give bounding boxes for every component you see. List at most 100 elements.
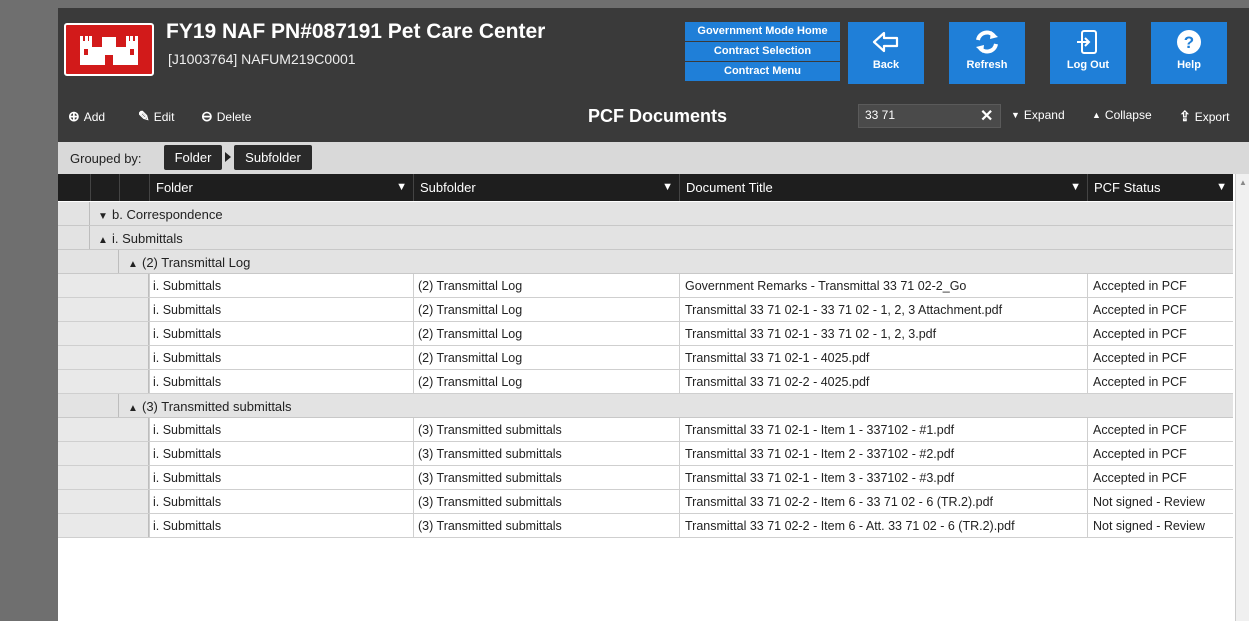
page-title: PCF Documents	[588, 106, 728, 126]
cell-divider	[679, 490, 680, 513]
subgroup-row-transmitted-submittals[interactable]: ▲ (3) Transmitted submittals	[58, 394, 1233, 418]
app-window: FY19 NAF PN#087191 Pet Care Center [J100…	[58, 8, 1249, 621]
folder-cell: i. Submittals	[153, 447, 222, 461]
export-button[interactable]: ⇪ Export	[1179, 108, 1229, 125]
folder-cell: i. Submittals	[153, 471, 222, 485]
edit-button[interactable]: ✎ Edit	[138, 108, 174, 125]
table-row[interactable]: i. Submittals (2) Transmittal Log Transmit…	[58, 322, 1233, 346]
subgroup-row-transmittal-log[interactable]: ▲ (2) Transmittal Log	[58, 250, 1233, 274]
cell-divider	[149, 490, 150, 513]
table-row[interactable]: i. Submittals (3) Transmitted submittals T…	[58, 418, 1233, 442]
cell-divider	[413, 514, 414, 537]
document-title-cell: Transmittal 33 71 02-1 - Item 3 - 337102…	[685, 471, 955, 485]
cell-divider	[149, 514, 150, 537]
cell-divider	[1087, 466, 1088, 489]
document-title-cell: Transmittal 33 71 02-1 - 4025.pdf	[685, 351, 870, 365]
cell-divider	[679, 346, 680, 369]
contract-selection-link[interactable]: Contract Selection	[685, 42, 840, 61]
group-chip-subfolder[interactable]: Subfolder	[234, 145, 312, 170]
svg-text:?: ?	[1184, 33, 1194, 52]
subgroup-label: (2) Transmittal Log	[142, 255, 251, 270]
chevron-down-icon[interactable]: ▼	[98, 211, 112, 222]
subfolder-cell: (3) Transmitted submittals	[418, 423, 562, 437]
cell-divider	[413, 466, 414, 489]
cell-divider	[679, 514, 680, 537]
add-button[interactable]: ⊕ Add	[68, 108, 105, 125]
pcf-status-cell: Not signed - Review	[1093, 519, 1205, 533]
cell-divider	[679, 274, 680, 297]
collapse-button[interactable]: ▲ Collapse	[1092, 108, 1152, 122]
table-row[interactable]: i. Submittals (2) Transmittal Log Transmit…	[58, 346, 1233, 370]
table-row[interactable]: i. Submittals (3) Transmitted submittals T…	[58, 514, 1233, 538]
filter-icon[interactable]: ▼	[396, 174, 407, 201]
refresh-label: Refresh	[966, 59, 1008, 71]
chevron-up-icon[interactable]: ▲	[128, 403, 142, 414]
table-row[interactable]: i. Submittals (2) Transmittal Log Governme…	[58, 274, 1233, 298]
document-title-header-label: Document Title	[686, 180, 773, 195]
logout-button[interactable]: Log Out	[1050, 22, 1126, 84]
toolbar: ⊕Add ✎Edit ⊖Delete PCF Documents ✕ ▼Expa…	[58, 92, 1249, 142]
grouped-by-label: Grouped by:	[70, 151, 142, 166]
vertical-scrollbar[interactable]: ▲	[1235, 174, 1249, 621]
collapse-label: Collapse	[1104, 108, 1152, 122]
row-indicator	[58, 442, 149, 465]
cell-divider	[149, 442, 150, 465]
castle-logo	[64, 23, 154, 76]
scroll-up-icon[interactable]: ▲	[1239, 178, 1247, 187]
subfolder-header-label: Subfolder	[420, 180, 476, 195]
document-title-cell: Transmittal 33 71 02-1 - Item 1 - 337102…	[685, 423, 955, 437]
filter-icon[interactable]: ▼	[1070, 174, 1081, 201]
column-header-folder[interactable]: Folder ▼	[149, 174, 413, 201]
help-button[interactable]: ? Help	[1151, 22, 1227, 84]
delete-button[interactable]: ⊖ Delete	[201, 108, 251, 125]
pcf-status-cell: Accepted in PCF	[1093, 327, 1187, 341]
subfolder-cell: (3) Transmitted submittals	[418, 471, 562, 485]
pcf-status-cell: Accepted in PCF	[1093, 423, 1187, 437]
back-button[interactable]: Back	[848, 22, 924, 84]
pcf-status-cell: Accepted in PCF	[1093, 303, 1187, 317]
refresh-button[interactable]: Refresh	[949, 22, 1025, 84]
folder-cell: i. Submittals	[153, 519, 222, 533]
logout-icon	[1077, 30, 1097, 54]
row-indicator	[58, 514, 149, 537]
document-title-cell: Transmittal 33 71 02-2 - Item 6 - Att. 3…	[685, 519, 1015, 533]
cell-divider	[149, 418, 150, 441]
row-indicator	[58, 298, 149, 321]
column-header-subfolder[interactable]: Subfolder ▼	[413, 174, 679, 201]
edit-icon: ✎	[138, 108, 150, 124]
table-row[interactable]: i. Submittals (2) Transmittal Log Transmit…	[58, 298, 1233, 322]
table-row[interactable]: i. Submittals (3) Transmitted submittals T…	[58, 442, 1233, 466]
cell-divider	[149, 346, 150, 369]
help-icon: ?	[1177, 30, 1201, 54]
row-indicator	[58, 490, 149, 513]
row-indicator	[58, 274, 149, 297]
group-chip-folder[interactable]: Folder	[164, 145, 222, 170]
expand-button[interactable]: ▼ Expand	[1011, 108, 1065, 122]
edit-label: Edit	[153, 109, 175, 124]
clear-search-icon[interactable]: ✕	[980, 106, 993, 126]
filter-icon[interactable]: ▼	[1216, 174, 1227, 201]
group-row-submittals[interactable]: ▲ i. Submittals	[58, 226, 1233, 250]
app-header: FY19 NAF PN#087191 Pet Care Center [J100…	[58, 8, 1249, 92]
delete-label: Delete	[216, 109, 252, 124]
contract-menu-link[interactable]: Contract Menu	[685, 62, 840, 81]
chevron-up-icon[interactable]: ▲	[128, 259, 142, 270]
folder-cell: i. Submittals	[153, 495, 222, 509]
column-header-document-title[interactable]: Document Title ▼	[679, 174, 1087, 201]
document-title-cell: Transmittal 33 71 02-1 - 33 71 02 - 1, 2…	[685, 327, 937, 341]
expand-label: Expand	[1023, 108, 1065, 122]
search-input[interactable]	[859, 105, 971, 125]
pcf-status-cell: Accepted in PCF	[1093, 471, 1187, 485]
filter-icon[interactable]: ▼	[662, 174, 673, 201]
row-indicator	[58, 466, 149, 489]
table-row[interactable]: i. Submittals (3) Transmitted submittals T…	[58, 466, 1233, 490]
group-row-correspondence[interactable]: ▼ b. Correspondence	[58, 202, 1233, 226]
document-title-cell: Transmittal 33 71 02-1 - Item 2 - 337102…	[685, 447, 955, 461]
table-row[interactable]: i. Submittals (3) Transmitted submittals T…	[58, 490, 1233, 514]
column-header-pcf-status[interactable]: PCF Status ▼	[1087, 174, 1233, 201]
government-mode-home-link[interactable]: Government Mode Home	[685, 22, 840, 41]
chevron-up-icon[interactable]: ▲	[98, 235, 112, 246]
indent-header	[58, 174, 90, 201]
table-row[interactable]: i. Submittals (2) Transmittal Log Transmit…	[58, 370, 1233, 394]
row-indicator	[58, 346, 149, 369]
